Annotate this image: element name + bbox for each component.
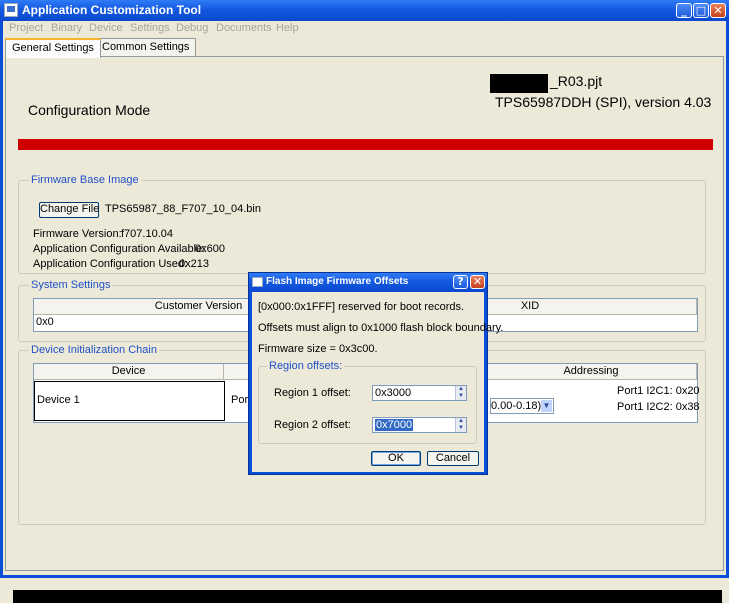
- redacted-project-name: [490, 74, 548, 93]
- ok-button[interactable]: OK: [371, 451, 421, 466]
- menu-documents[interactable]: Documents: [216, 22, 272, 34]
- minimize-button[interactable]: _: [676, 3, 692, 18]
- bottom-black-bar: [13, 590, 722, 603]
- help-button[interactable]: ?: [453, 275, 468, 289]
- project-file-suffix: _R03.pjt: [550, 73, 603, 89]
- region-1-offset-input[interactable]: 0x3000 ▲ ▼: [372, 385, 467, 401]
- system-settings-legend: System Settings: [29, 279, 113, 291]
- menu-binary[interactable]: Binary: [51, 22, 82, 34]
- menu-debug[interactable]: Debug: [176, 22, 208, 34]
- dialog-close-button[interactable]: ✕: [470, 275, 485, 289]
- change-file-button[interactable]: Change File: [39, 202, 99, 218]
- tab-strip: General Settings Common Settings: [3, 38, 726, 58]
- app-icon: [4, 3, 18, 17]
- spin-down-icon[interactable]: ▼: [456, 393, 466, 400]
- device-init-chain-legend: Device Initialization Chain: [29, 344, 159, 356]
- device-1-cell[interactable]: Device 1: [34, 381, 225, 421]
- window-title: Application Customization Tool: [22, 3, 202, 17]
- status-bar-red: [18, 139, 713, 150]
- port1-i2c1-label: Port1 I2C1: 0x20: [617, 385, 700, 397]
- firmware-version-value: f707.10.04: [121, 228, 173, 240]
- menu-bar: Project Binary Device Settings Debug Doc…: [3, 21, 726, 38]
- device-version-label: TPS65987DDH (SPI), version 4.03: [495, 94, 712, 110]
- region-1-offset-value: 0x3000: [375, 387, 412, 399]
- firmware-base-image-legend: Firmware Base Image: [29, 174, 141, 186]
- addressing-select[interactable]: 0.00-0.18) ▼: [490, 398, 554, 414]
- title-bar[interactable]: Application Customization Tool _ □ ✕: [0, 0, 729, 21]
- menu-project[interactable]: Project: [9, 22, 43, 34]
- app-config-available-label: Application Configuration Available:: [33, 243, 206, 255]
- dialog-body: [0x000:0x1FFF] reserved for boot records…: [252, 292, 503, 472]
- tab-common-settings[interactable]: Common Settings: [95, 38, 197, 57]
- region-2-offset-label: Region 2 offset:: [274, 419, 351, 431]
- firmware-version-label: Firmware Version:: [33, 228, 122, 240]
- region-offsets-group: Region offsets: Region 1 offset: 0x3000 …: [258, 360, 477, 444]
- boot-records-note: [0x000:0x1FFF] reserved for boot records…: [258, 301, 465, 313]
- region-offsets-legend: Region offsets:: [267, 360, 345, 372]
- column-device: Device: [34, 364, 224, 380]
- dialog-title-bar[interactable]: Flash Image Firmware Offsets ? ✕: [249, 273, 487, 292]
- region-1-spinner[interactable]: ▲ ▼: [455, 386, 466, 400]
- app-config-used-value: 0x213: [179, 258, 209, 270]
- spin-up-icon[interactable]: ▲: [456, 386, 466, 393]
- app-config-used-label: Application Configuration Used:: [33, 258, 188, 270]
- dialog-app-icon: [252, 277, 263, 287]
- dialog-title: Flash Image Firmware Offsets: [266, 276, 409, 287]
- tab-general-settings[interactable]: General Settings: [5, 38, 101, 58]
- region-2-spinner[interactable]: ▲ ▼: [455, 418, 466, 432]
- column-addressing: Addressing: [486, 364, 697, 380]
- region-2-offset-input[interactable]: 0x7000 ▲ ▼: [372, 417, 467, 433]
- alignment-note: Offsets must align to 0x1000 flash block…: [258, 322, 504, 334]
- flash-image-firmware-offsets-dialog: Flash Image Firmware Offsets ? ✕ [0x000:…: [248, 272, 503, 475]
- port1-i2c2-label: Port1 I2C2: 0x38: [617, 401, 700, 413]
- configuration-mode-label: Configuration Mode: [28, 102, 151, 118]
- region-2-offset-value: 0x7000: [375, 419, 414, 431]
- menu-settings[interactable]: Settings: [130, 22, 170, 34]
- spin-up-icon[interactable]: ▲: [456, 418, 466, 425]
- firmware-size-note: Firmware size = 0x3c00.: [258, 343, 378, 355]
- close-button[interactable]: ✕: [710, 3, 726, 18]
- maximize-button[interactable]: □: [693, 3, 709, 18]
- firmware-base-image-group: Firmware Base Image Change File TPS65987…: [18, 174, 706, 274]
- menu-device[interactable]: Device: [89, 22, 123, 34]
- cancel-button[interactable]: Cancel: [427, 451, 479, 466]
- firmware-filename: TPS65987_88_F707_10_04.bin: [105, 203, 261, 215]
- chevron-down-icon[interactable]: ▼: [541, 400, 552, 412]
- addressing-select-value: 0.00-0.18): [491, 400, 542, 412]
- app-config-available-value: 0x600: [195, 243, 225, 255]
- menu-help[interactable]: Help: [276, 22, 299, 34]
- region-1-offset-label: Region 1 offset:: [274, 387, 351, 399]
- spin-down-icon[interactable]: ▼: [456, 425, 466, 432]
